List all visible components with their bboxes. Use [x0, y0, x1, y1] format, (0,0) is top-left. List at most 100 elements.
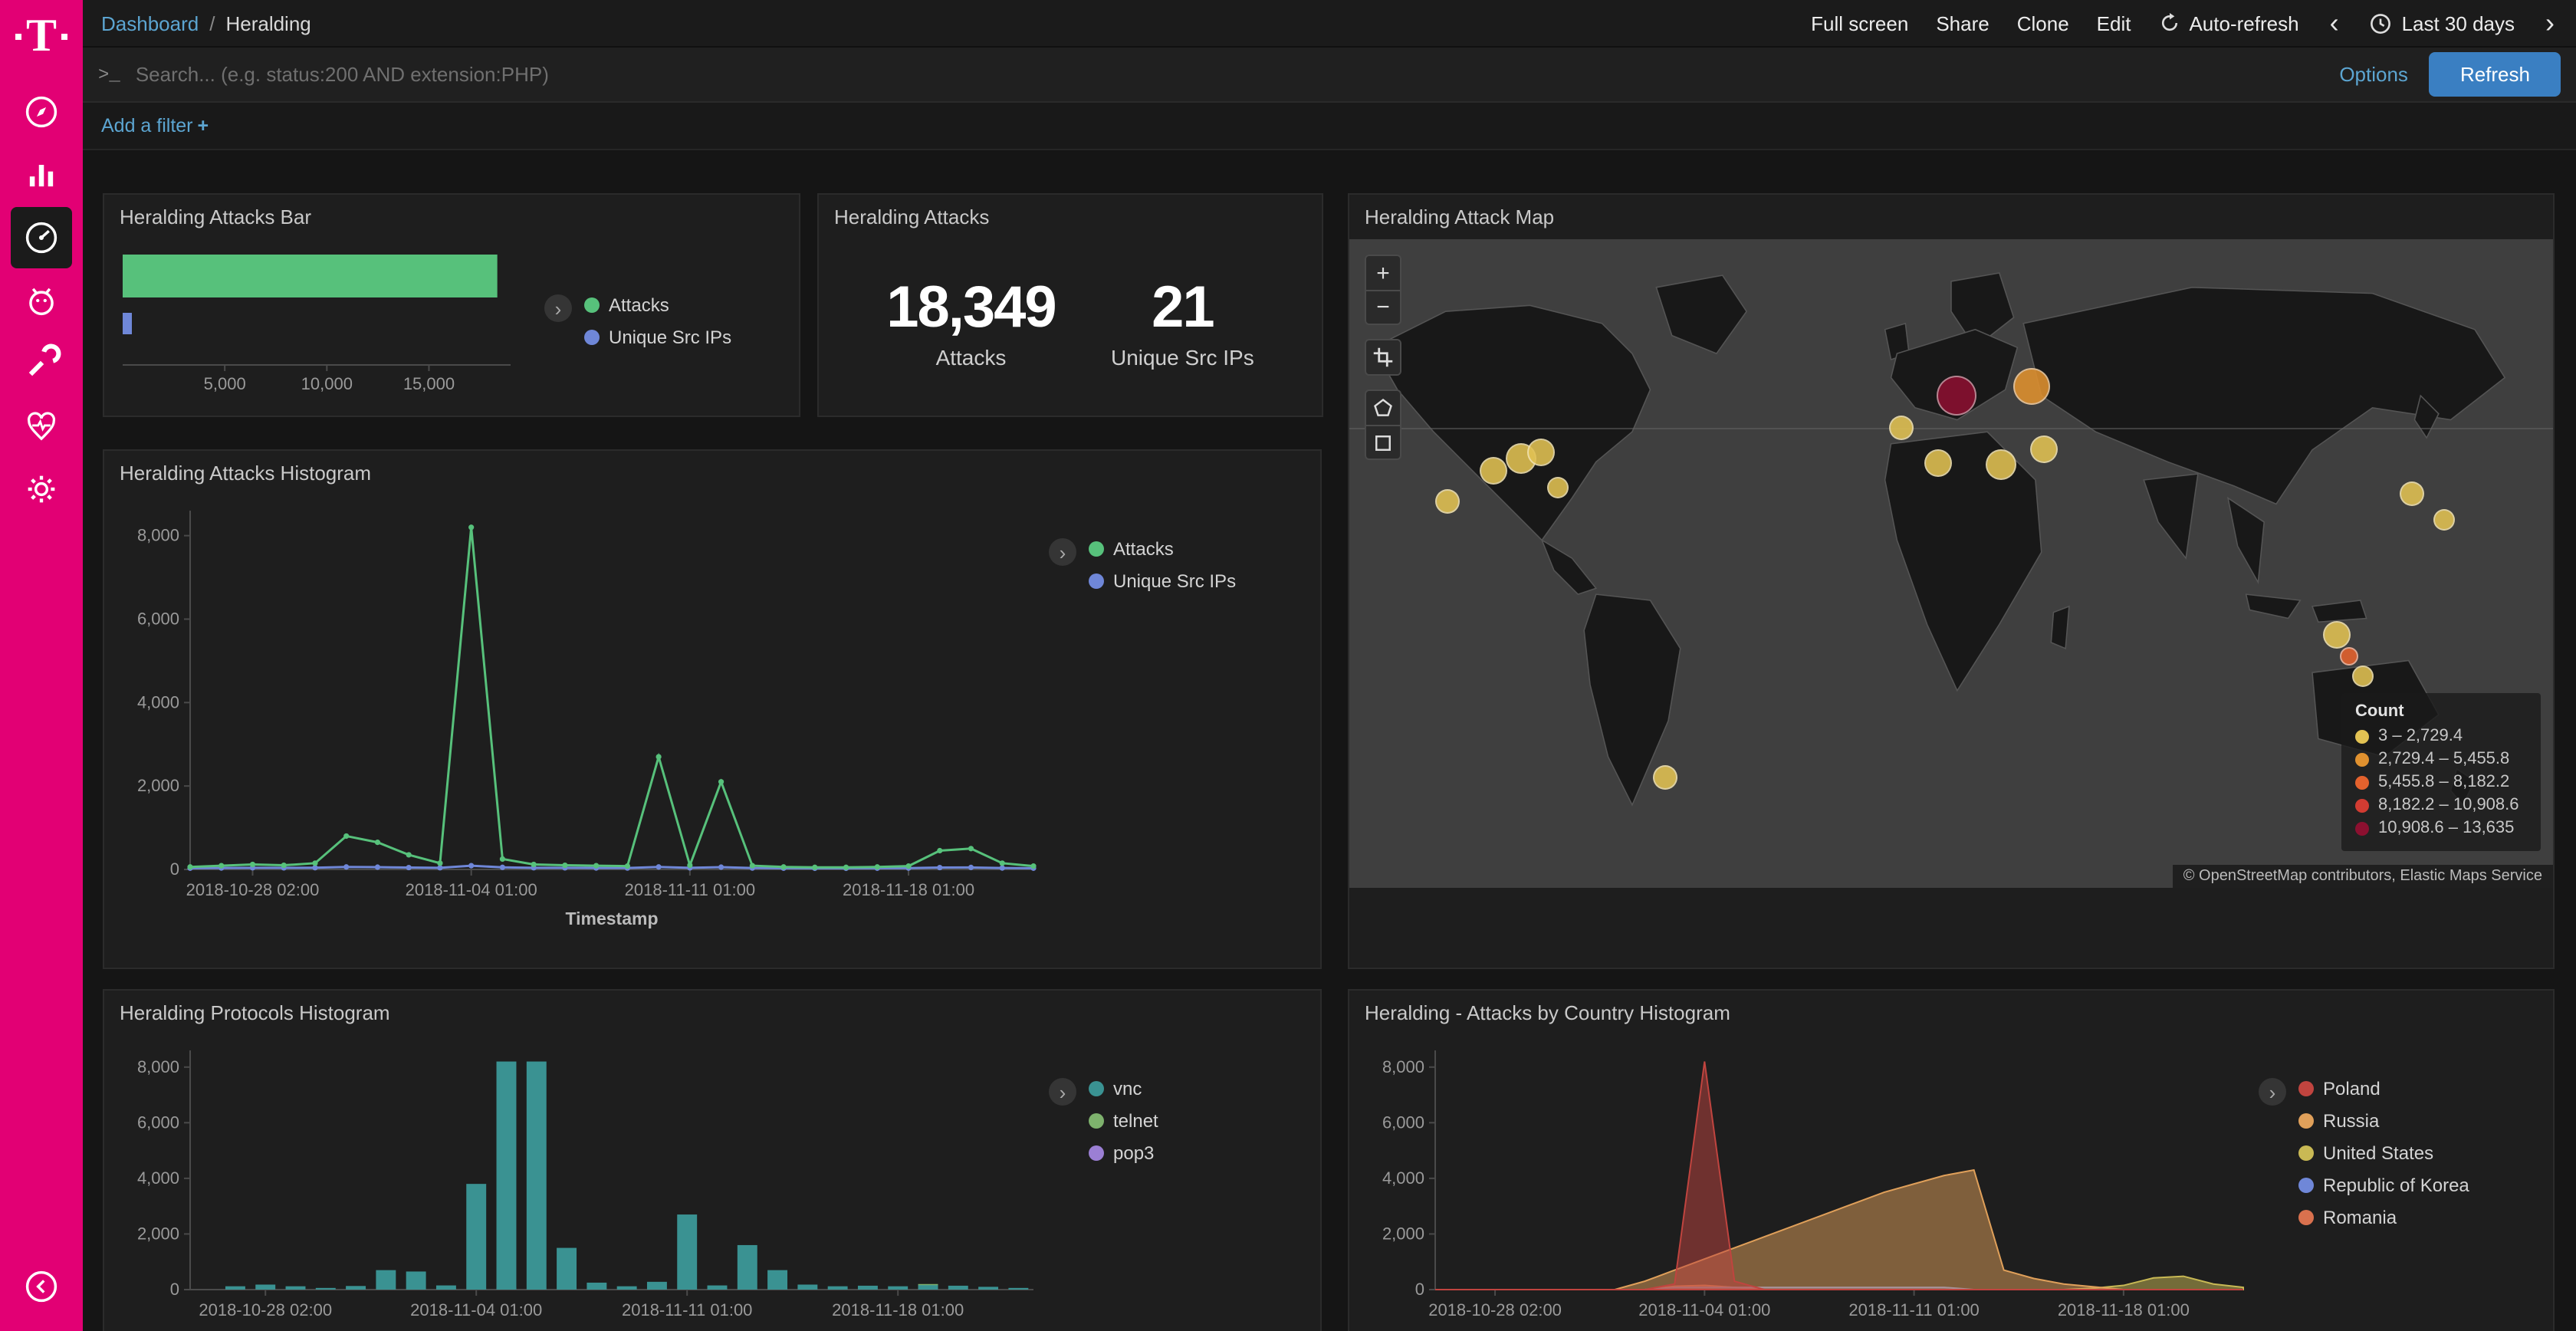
sidebar-item-tpot[interactable] [11, 270, 72, 331]
legend-item[interactable]: Romania [2298, 1207, 2469, 1228]
sidebar-item-devtools[interactable] [11, 333, 72, 394]
attacks-bar-chart[interactable]: 5,00010,00015,000 [117, 239, 523, 405]
map-draw-polygon-button[interactable] [1366, 391, 1400, 425]
legend-toggle[interactable]: › [2259, 1078, 2286, 1106]
attack-map[interactable]: + − [1349, 239, 2553, 888]
panel-title[interactable]: Heralding Attacks [819, 195, 1322, 239]
legend-toggle[interactable]: › [1049, 1078, 1076, 1106]
legend-item[interactable]: 2,729.4 – 5,455.8 [2355, 750, 2527, 768]
legend-item[interactable]: United States [2298, 1142, 2469, 1164]
panel-title[interactable]: Heralding Attacks Histogram [104, 451, 1320, 495]
crop-icon [1372, 347, 1394, 368]
time-forward-chevron-icon[interactable]: › [2542, 9, 2558, 37]
sidebar-collapse-button[interactable] [11, 1256, 72, 1317]
svg-text:0: 0 [170, 1280, 179, 1299]
panel-title[interactable]: Heralding Attack Map [1349, 195, 2553, 239]
refresh-button[interactable]: Refresh [2430, 52, 2561, 97]
search-input[interactable] [136, 63, 2318, 86]
legend-toggle[interactable]: › [1049, 538, 1076, 566]
legend-item[interactable]: 5,455.8 – 8,182.2 [2355, 773, 2527, 791]
legend-item[interactable]: Unique Src IPs [1089, 570, 1236, 592]
attack-map-point[interactable] [1937, 376, 1977, 416]
map-attribution[interactable]: © OpenStreetMap contributors, Elastic Ma… [2173, 865, 2553, 888]
sidebar-item-discover[interactable] [11, 81, 72, 143]
attack-map-point[interactable] [2324, 621, 2351, 649]
attack-map-point[interactable] [2339, 647, 2358, 666]
svg-text:6,000: 6,000 [1382, 1112, 1424, 1132]
legend-item[interactable]: vnc [1089, 1078, 1158, 1099]
svg-text:4,000: 4,000 [137, 1168, 179, 1188]
attack-map-point[interactable] [2030, 435, 2058, 463]
metric-value: 18,349 [886, 276, 1055, 342]
sidebar-item-dashboard[interactable] [11, 207, 72, 268]
protocols-histogram-chart[interactable]: 02,0004,0006,0008,0002018-10-28 02:00201… [117, 1035, 1049, 1331]
legend-item[interactable]: 8,182.2 – 10,908.6 [2355, 796, 2527, 814]
share-button[interactable]: Share [1936, 12, 1989, 35]
legend-color-dot [2355, 752, 2369, 766]
map-fit-bounds-button[interactable] [1366, 340, 1400, 374]
attack-map-point[interactable] [1527, 439, 1555, 466]
map-zoom-in-button[interactable]: + [1366, 256, 1400, 290]
panel-title[interactable]: Heralding Attacks Bar [104, 195, 799, 239]
legend-label: 3 – 2,729.4 [2378, 727, 2463, 745]
legend-label: telnet [1113, 1110, 1158, 1132]
attack-map-point[interactable] [1888, 416, 1913, 440]
attack-map-point[interactable] [1986, 449, 2017, 480]
legend-item[interactable]: Russia [2298, 1110, 2469, 1132]
country-histogram-chart[interactable]: 02,0004,0006,0008,0002018-10-28 02:00201… [1362, 1035, 2259, 1331]
logo-dot [16, 34, 22, 40]
chart-legend: › vnc telnet pop3 [1049, 1035, 1158, 1331]
breadcrumb-dashboard-link[interactable]: Dashboard [101, 12, 199, 35]
query-box: >_ [98, 53, 2318, 96]
attack-map-point[interactable] [1652, 765, 1677, 790]
attacks-histogram-chart[interactable]: 02,0004,0006,0008,0002018-10-28 02:00201… [117, 495, 1049, 940]
svg-text:2018-11-18 01:00: 2018-11-18 01:00 [843, 880, 974, 899]
legend-items: Poland Russia United States Republic of Kor… [2298, 1078, 2469, 1331]
time-back-chevron-icon[interactable]: ‹ [2327, 9, 2342, 37]
map-draw-rectangle-button[interactable] [1366, 425, 1400, 458]
legend-label: 5,455.8 – 8,182.2 [2378, 773, 2509, 791]
attack-map-point[interactable] [1436, 490, 1460, 514]
legend-toggle[interactable]: › [544, 294, 572, 322]
panel-title[interactable]: Heralding Protocols Histogram [104, 991, 1320, 1035]
options-link[interactable]: Options [2339, 63, 2408, 86]
svg-text:2018-11-04 01:00: 2018-11-04 01:00 [1638, 1300, 1770, 1319]
auto-refresh-label: Auto-refresh [2189, 12, 2298, 35]
metric-label: Attacks [886, 345, 1055, 370]
sidebar-item-visualize[interactable] [11, 144, 72, 205]
attack-map-point[interactable] [1547, 476, 1569, 498]
legend-item[interactable]: pop3 [1089, 1142, 1158, 1164]
auto-refresh-button[interactable]: Auto-refresh [2158, 12, 2298, 35]
sidebar-item-management[interactable] [11, 458, 72, 520]
svg-text:2018-11-04 01:00: 2018-11-04 01:00 [410, 1300, 542, 1319]
dashboard-grid: Heralding Attacks Bar 5,00010,00015,000 … [83, 150, 2576, 1331]
attack-map-point[interactable] [1924, 449, 1952, 476]
legend-item[interactable]: Poland [2298, 1078, 2469, 1099]
legend-item[interactable]: 3 – 2,729.4 [2355, 727, 2527, 745]
legend-label: Russia [2323, 1110, 2379, 1132]
bar-chart-icon [21, 155, 61, 195]
clone-button[interactable]: Clone [2017, 12, 2069, 35]
legend-item[interactable]: telnet [1089, 1110, 1158, 1132]
add-filter-link[interactable]: Add a filter+ [101, 115, 209, 136]
legend-item[interactable]: Attacks [584, 294, 731, 316]
map-zoom-out-button[interactable]: − [1366, 290, 1400, 324]
attack-map-point[interactable] [2013, 369, 2050, 406]
panel-title[interactable]: Heralding - Attacks by Country Histogram [1349, 991, 2553, 1035]
time-range-picker[interactable]: Last 30 days [2370, 12, 2515, 35]
legend-item[interactable]: 10,908.6 – 13,635 [2355, 819, 2527, 837]
legend-item[interactable]: Unique Src IPs [584, 327, 731, 348]
legend-item[interactable]: Republic of Korea [2298, 1175, 2469, 1196]
telekom-logo[interactable]: T [16, 14, 67, 60]
attack-map-point[interactable] [2400, 481, 2424, 506]
sidebar-item-monitoring[interactable] [11, 396, 72, 457]
attack-map-point[interactable] [2352, 665, 2374, 686]
legend-item[interactable]: Attacks [1089, 538, 1236, 560]
map-legend-title: Count [2355, 702, 2527, 721]
attack-map-point[interactable] [2433, 509, 2454, 531]
edit-button[interactable]: Edit [2097, 12, 2131, 35]
svg-text:2018-11-18 01:00: 2018-11-18 01:00 [832, 1300, 964, 1319]
fullscreen-button[interactable]: Full screen [1811, 12, 1908, 35]
attack-map-point[interactable] [1480, 457, 1507, 485]
svg-text:2018-11-11 01:00: 2018-11-11 01:00 [1848, 1300, 1979, 1319]
